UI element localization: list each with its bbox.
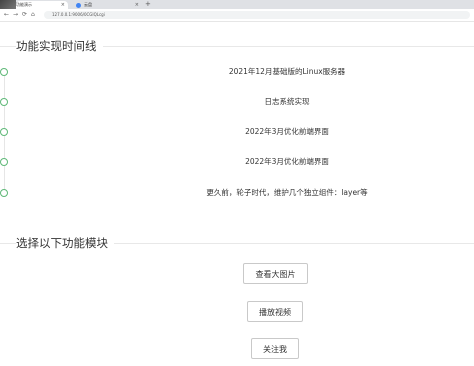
timeline-item-text: 日志系统实现 [264, 97, 310, 106]
close-tab-icon[interactable]: × [135, 2, 139, 8]
view-large-image-button[interactable]: 查看大图片 [243, 263, 308, 284]
home-icon[interactable]: ⌂ [31, 11, 35, 19]
back-icon[interactable]: ← [4, 11, 9, 19]
new-tab-button[interactable]: + [145, 0, 151, 8]
timeline-item-text: 2022年3月优化前端界面 [245, 157, 329, 166]
timeline-section-title: 功能实现时间线 [16, 39, 103, 53]
browser-tab-bar: 功能演示 × 云盘 × + [0, 0, 474, 9]
timeline-item: 2021年12月基础版的Linux服务器 [0, 65, 474, 79]
reload-icon[interactable]: ⟳ [22, 11, 27, 19]
timeline-item-text: 2021年12月基础版的Linux服务器 [228, 67, 346, 76]
timeline-item-text: 更久前，轮子时代，维护几个独立组件：layer等 [206, 188, 368, 197]
url-input[interactable]: 127.0.0.1:9006/0CGIQLcgi [44, 11, 470, 19]
tab-title: 云盘 [84, 2, 92, 7]
timeline-item: 2022年3月优化前端界面 [0, 155, 474, 169]
follow-me-button[interactable]: 关注我 [251, 338, 299, 359]
forward-icon[interactable]: → [13, 11, 18, 19]
address-bar: ← → ⟳ ⌂ 127.0.0.1:9006/0CGIQLcgi [0, 9, 474, 22]
play-video-button[interactable]: 播放视频 [247, 301, 303, 322]
timeline-item: 更久前，轮子时代，维护几个独立组件：layer等 [0, 186, 474, 200]
profile-avatar[interactable] [0, 0, 16, 9]
tab-title: 功能演示 [16, 2, 32, 7]
favicon-icon [76, 2, 81, 8]
tab-cloud[interactable]: 云盘 × [72, 1, 142, 9]
close-tab-icon[interactable]: × [61, 2, 65, 8]
timeline-item: 日志系统实现 [0, 95, 474, 109]
tab-features[interactable]: 功能演示 × [16, 1, 68, 9]
timeline-item: 2022年3月优化前端界面 [0, 125, 474, 139]
modules-section-title: 选择以下功能模块 [16, 236, 114, 250]
timeline-item-text: 2022年3月优化前端界面 [245, 127, 329, 136]
